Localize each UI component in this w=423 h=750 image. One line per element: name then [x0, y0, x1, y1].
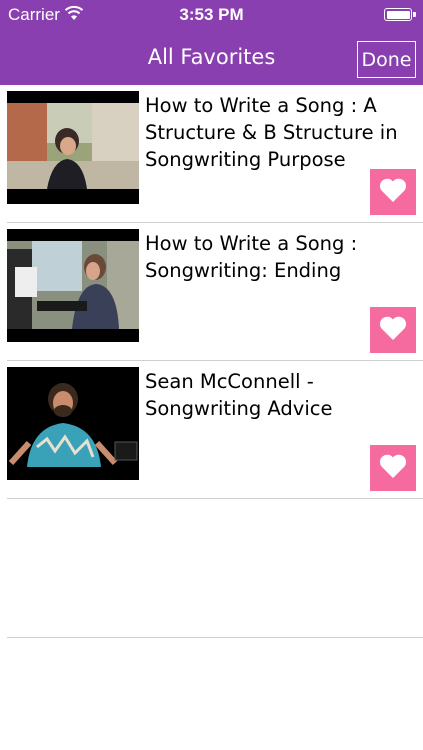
- video-thumbnail[interactable]: [7, 229, 139, 342]
- list-item[interactable]: How to Write a Song : Songwriting: Endin…: [0, 223, 423, 361]
- video-thumbnail[interactable]: [7, 367, 139, 480]
- heart-icon: [379, 177, 407, 207]
- video-title: Sean McConnell - Songwriting Advice: [145, 370, 333, 420]
- unfavorite-button[interactable]: [370, 307, 416, 353]
- video-thumbnail[interactable]: [7, 91, 139, 204]
- favorites-list: How to Write a Song : A Structure & B St…: [0, 85, 423, 499]
- done-button[interactable]: Done: [357, 41, 416, 78]
- list-item[interactable]: How to Write a Song : A Structure & B St…: [0, 85, 423, 223]
- battery-icon: [384, 8, 416, 21]
- list-item[interactable]: Sean McConnell - Songwriting Advice: [0, 361, 423, 499]
- status-bar: Carrier 3:53 PM: [0, 0, 423, 30]
- row-divider: [7, 498, 423, 499]
- clock-label: 3:53 PM: [179, 5, 244, 24]
- heart-icon: [379, 315, 407, 345]
- heart-icon: [379, 453, 407, 483]
- unfavorite-button[interactable]: [370, 445, 416, 491]
- video-title: How to Write a Song : Songwriting: Endin…: [145, 232, 358, 282]
- navigation-bar: Carrier 3:53 PM All Favorites Done: [0, 0, 423, 85]
- unfavorite-button[interactable]: [370, 169, 416, 215]
- empty-row-divider: [7, 637, 423, 638]
- video-title: How to Write a Song : A Structure & B St…: [145, 94, 398, 171]
